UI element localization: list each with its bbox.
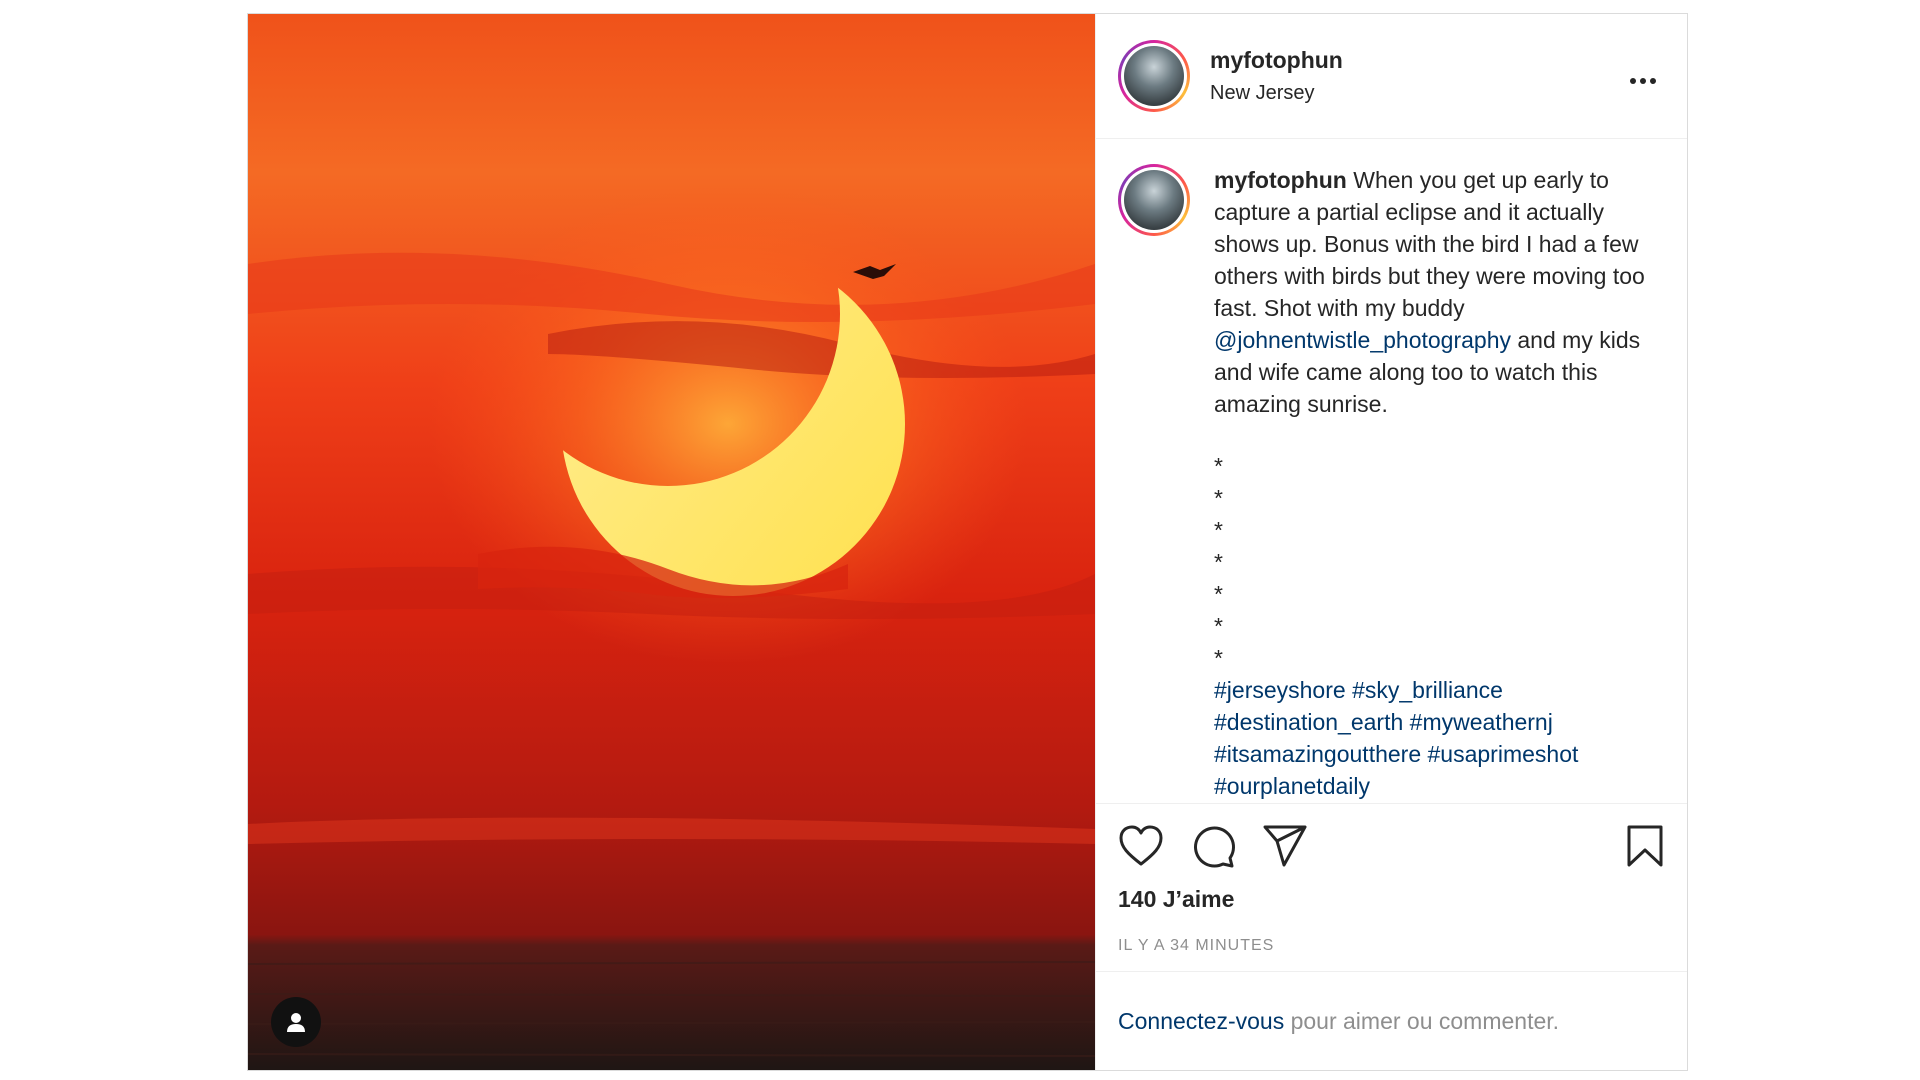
login-prompt: Connectez-vous pour aimer ou commenter. (1096, 971, 1687, 1070)
more-options-button[interactable] (1621, 61, 1665, 91)
hashtag-link[interactable]: #destination_earth (1214, 709, 1403, 735)
avatar-image (1124, 46, 1184, 106)
post-location[interactable]: New Jersey (1210, 82, 1621, 105)
hashtag-link[interactable]: #usaprimeshot (1428, 741, 1579, 767)
caption-stars: * * * * * * * (1214, 450, 1654, 674)
heart-icon (1119, 825, 1163, 866)
caption-star: * (1214, 613, 1223, 639)
save-button[interactable] (1625, 824, 1665, 868)
hashtag-link[interactable]: #sky_brilliance (1352, 677, 1503, 703)
post-photo[interactable] (248, 14, 1095, 1070)
post-actions: 140 J’aime IL Y A 34 MINUTES (1096, 803, 1687, 971)
comments-area[interactable]: myfotophun When you get up early to capt… (1096, 139, 1687, 803)
header-text: myfotophun New Jersey (1210, 47, 1621, 105)
bookmark-icon (1627, 825, 1663, 867)
more-options-icon (1630, 78, 1656, 84)
hashtag-link[interactable]: #ourplanetdaily (1214, 773, 1370, 799)
share-icon (1263, 825, 1307, 867)
instagram-post: myfotophun New Jersey myfotophun When yo… (247, 13, 1688, 1071)
caption-mention-link[interactable]: @johnentwistle_photography (1214, 327, 1511, 353)
avatar-image (1124, 170, 1184, 230)
user-tag-icon (287, 1013, 305, 1032)
comment-button[interactable] (1190, 824, 1236, 868)
caption-author-avatar[interactable] (1118, 164, 1190, 236)
caption-star: * (1214, 517, 1223, 543)
caption-star: * (1214, 581, 1223, 607)
caption-body: myfotophun When you get up early to capt… (1214, 164, 1654, 802)
comment-icon (1194, 826, 1235, 868)
author-avatar[interactable] (1118, 40, 1190, 112)
author-username[interactable]: myfotophun (1210, 47, 1621, 74)
caption-hashtags: #jerseyshore #sky_brilliance #destinatio… (1214, 674, 1654, 802)
hashtag-link[interactable]: #jerseyshore (1214, 677, 1346, 703)
caption-star: * (1214, 645, 1223, 671)
eclipse-photo-image (248, 14, 1095, 1070)
post-header: myfotophun New Jersey (1096, 14, 1687, 139)
hashtag-link[interactable]: #myweathernj (1410, 709, 1553, 735)
share-button[interactable] (1262, 824, 1308, 868)
login-link[interactable]: Connectez-vous (1118, 1008, 1284, 1035)
action-icons (1118, 820, 1665, 872)
caption-star: * (1214, 485, 1223, 511)
user-tag-button[interactable] (271, 997, 321, 1047)
post-sidebar: myfotophun New Jersey myfotophun When yo… (1095, 14, 1687, 1070)
caption: myfotophun When you get up early to capt… (1118, 164, 1665, 802)
caption-author-username[interactable]: myfotophun (1214, 167, 1347, 193)
hashtag-link[interactable]: #itsamazingoutthere (1214, 741, 1421, 767)
caption-star: * (1214, 453, 1223, 479)
like-button[interactable] (1118, 824, 1164, 868)
likes-count[interactable]: 140 J’aime (1118, 886, 1665, 913)
post-timestamp[interactable]: IL Y A 34 MINUTES (1118, 937, 1665, 955)
login-prompt-text: pour aimer ou commenter. (1290, 1007, 1560, 1034)
caption-star: * (1214, 549, 1223, 575)
